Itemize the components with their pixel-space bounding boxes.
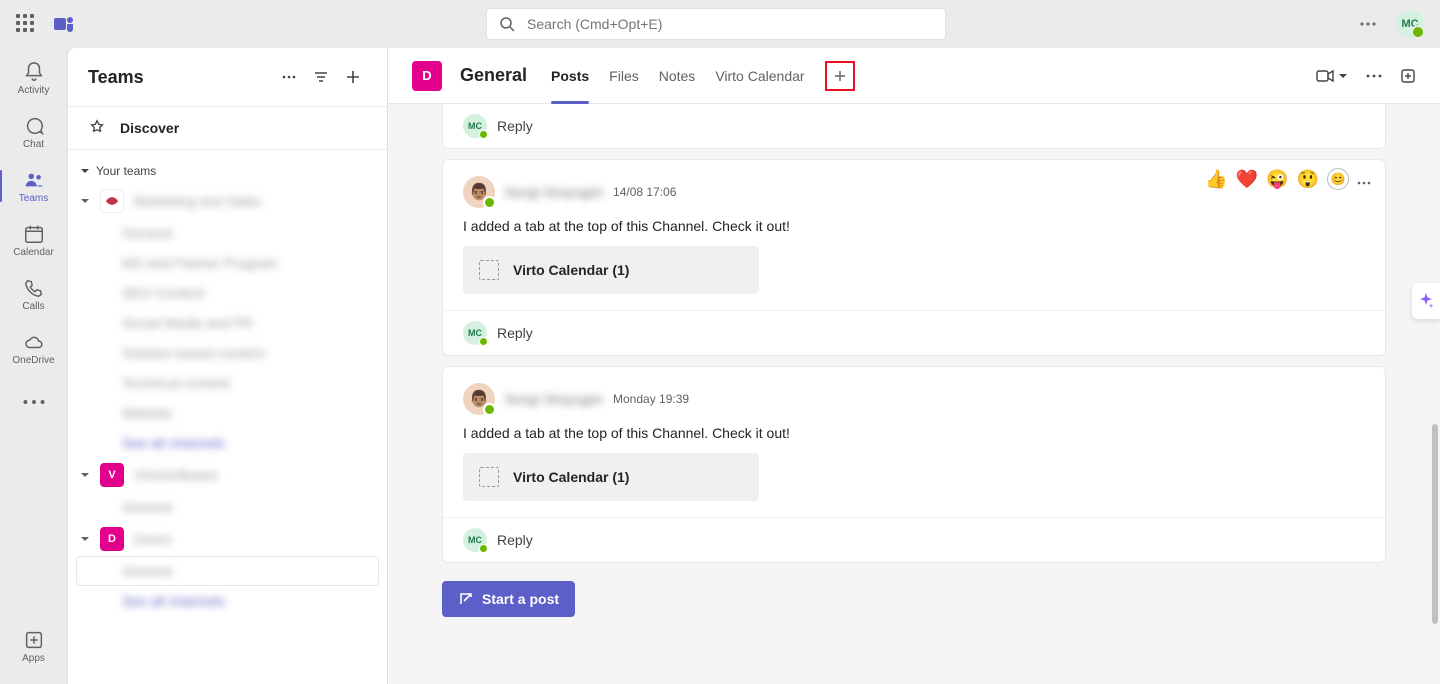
tab-virto-calendar[interactable]: Virto Calendar bbox=[715, 48, 804, 103]
see-all-channels[interactable]: See all channels bbox=[68, 428, 387, 458]
reaction-like[interactable]: 👍 bbox=[1205, 169, 1227, 190]
team-row[interactable]: V VirtoSoftware bbox=[68, 458, 387, 492]
channel-row[interactable]: General bbox=[68, 492, 387, 522]
search-input[interactable] bbox=[527, 16, 933, 32]
author-avatar: 👨🏽 bbox=[463, 176, 495, 208]
reply-avatar: MC bbox=[463, 321, 487, 345]
rail-calendar[interactable]: Calendar bbox=[0, 214, 68, 266]
video-icon bbox=[1316, 69, 1334, 83]
post-more-icon[interactable] bbox=[1357, 169, 1371, 190]
meet-button[interactable] bbox=[1316, 69, 1348, 83]
tab-posts[interactable]: Posts bbox=[551, 48, 589, 103]
author-name: Sergi Sinyugin bbox=[505, 391, 603, 407]
caret-down-icon bbox=[80, 534, 90, 544]
team-icon: D bbox=[100, 527, 124, 551]
reply-button[interactable]: Reply bbox=[497, 325, 533, 341]
app-rail: Activity Chat Teams Calendar Calls OneDr… bbox=[0, 48, 68, 684]
post-timestamp: 14/08 17:06 bbox=[613, 185, 676, 199]
rail-more[interactable] bbox=[0, 376, 68, 428]
rail-calls[interactable]: Calls bbox=[0, 268, 68, 320]
teams-list-pane: Teams Discover Your teams Marketing and … bbox=[68, 48, 388, 684]
caret-down-icon bbox=[80, 196, 90, 206]
channel-row[interactable]: General bbox=[68, 218, 387, 248]
copilot-button[interactable] bbox=[1412, 283, 1440, 319]
team-row[interactable]: Marketing and Sales bbox=[68, 184, 387, 218]
rail-onedrive[interactable]: OneDrive bbox=[0, 322, 68, 374]
team-row[interactable]: D Demo bbox=[68, 522, 387, 556]
chat-icon bbox=[23, 115, 45, 137]
settings-more-icon[interactable] bbox=[1356, 12, 1380, 36]
scrollbar[interactable] bbox=[1432, 424, 1438, 624]
reply-avatar: MC bbox=[463, 114, 487, 138]
author-name: Sergi Sinyugin bbox=[505, 184, 603, 200]
caret-down-icon bbox=[80, 166, 90, 176]
apps-icon bbox=[23, 629, 45, 651]
tab-files[interactable]: Files bbox=[609, 48, 639, 103]
post-attachment[interactable]: Virto Calendar (1) bbox=[463, 453, 759, 501]
reaction-laugh[interactable]: 😜 bbox=[1266, 169, 1288, 190]
rail-teams[interactable]: Teams bbox=[0, 160, 68, 212]
tab-notes[interactable]: Notes bbox=[659, 48, 696, 103]
more-icon bbox=[23, 391, 45, 413]
channel-content: D General Posts Files Notes Virto Calend… bbox=[388, 48, 1440, 684]
teams-logo-icon bbox=[52, 12, 76, 36]
discover-button[interactable]: Discover bbox=[68, 106, 387, 150]
post-card: 👨🏽 Sergi Sinyugin Monday 19:39 I added a… bbox=[442, 366, 1386, 563]
channel-more-icon[interactable] bbox=[1366, 74, 1382, 78]
profile-avatar[interactable]: MC bbox=[1396, 10, 1424, 38]
caret-down-icon bbox=[80, 470, 90, 480]
team-icon: V bbox=[100, 463, 124, 487]
sparkle-icon bbox=[1417, 292, 1435, 310]
tab-attachment-icon bbox=[479, 467, 499, 487]
channel-row[interactable]: Website bbox=[68, 398, 387, 428]
bell-icon bbox=[23, 61, 45, 83]
calendar-icon bbox=[23, 223, 45, 245]
team-icon bbox=[100, 189, 124, 213]
discover-icon bbox=[88, 119, 106, 137]
post-body: I added a tab at the top of this Channel… bbox=[463, 218, 1365, 234]
reaction-surprised[interactable]: 😲 bbox=[1297, 169, 1319, 190]
your-teams-section[interactable]: Your teams bbox=[68, 158, 387, 184]
teams-list-title: Teams bbox=[88, 67, 271, 88]
rail-apps[interactable]: Apps bbox=[0, 620, 68, 672]
channel-row[interactable]: Technical content bbox=[68, 368, 387, 398]
open-pane-icon[interactable] bbox=[1400, 68, 1416, 84]
search-box[interactable] bbox=[486, 8, 946, 40]
reaction-bar: 👍 ❤️ 😜 😲 😊 bbox=[1205, 168, 1371, 190]
channel-row[interactable]: Solution based content bbox=[68, 338, 387, 368]
post-card: 👍 ❤️ 😜 😲 😊 👨🏽 Sergi Sinyugin 14/08 17:06… bbox=[442, 159, 1386, 356]
see-all-channels[interactable]: See all channels bbox=[68, 586, 387, 616]
post-timestamp: Monday 19:39 bbox=[613, 392, 689, 406]
channel-row[interactable]: Social Media and PR bbox=[68, 308, 387, 338]
tab-attachment-icon bbox=[479, 260, 499, 280]
start-post-button[interactable]: Start a post bbox=[442, 581, 575, 617]
post-body: I added a tab at the top of this Channel… bbox=[463, 425, 1365, 441]
filter-icon[interactable] bbox=[307, 63, 335, 91]
chevron-down-icon bbox=[1338, 73, 1348, 79]
channel-row[interactable]: MS and Partner Program bbox=[68, 248, 387, 278]
channel-row[interactable]: SEO Content bbox=[68, 278, 387, 308]
post-attachment[interactable]: Virto Calendar (1) bbox=[463, 246, 759, 294]
compose-icon bbox=[458, 591, 474, 607]
rail-activity[interactable]: Activity bbox=[0, 52, 68, 104]
channel-name: General bbox=[460, 65, 527, 86]
reply-button[interactable]: Reply bbox=[497, 118, 533, 134]
reply-button[interactable]: Reply bbox=[497, 532, 533, 548]
phone-icon bbox=[23, 277, 45, 299]
create-team-icon[interactable] bbox=[339, 63, 367, 91]
reply-avatar: MC bbox=[463, 528, 487, 552]
reaction-heart[interactable]: ❤️ bbox=[1236, 169, 1258, 190]
rail-chat[interactable]: Chat bbox=[0, 106, 68, 158]
cloud-icon bbox=[23, 331, 45, 353]
channel-icon: D bbox=[412, 61, 442, 91]
people-icon bbox=[23, 169, 45, 191]
plus-icon bbox=[833, 69, 847, 83]
list-more-icon[interactable] bbox=[275, 63, 303, 91]
add-reaction-icon[interactable]: 😊 bbox=[1327, 168, 1349, 190]
add-tab-button[interactable] bbox=[825, 61, 855, 91]
author-avatar: 👨🏽 bbox=[463, 383, 495, 415]
search-icon bbox=[499, 16, 515, 32]
app-launcher-icon[interactable] bbox=[16, 14, 36, 34]
channel-row-active[interactable]: General bbox=[76, 556, 379, 586]
